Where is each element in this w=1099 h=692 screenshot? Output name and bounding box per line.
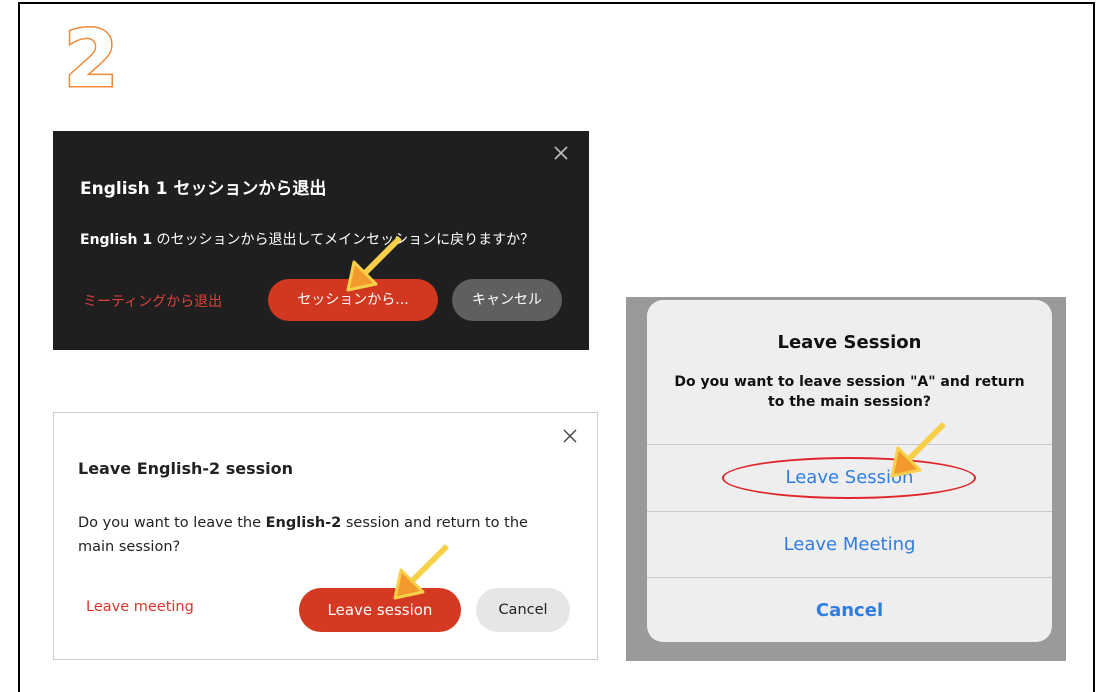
- cancel-button[interactable]: Cancel: [476, 588, 570, 632]
- pointer-arrow-icon: [346, 236, 402, 292]
- alert-message: Do you want to leave session "A" and ret…: [674, 374, 1025, 410]
- dark-leave-session-dialog: English 1 セッションから退出 English 1 のセッションから退出…: [53, 131, 589, 350]
- pointer-arrow-icon: [890, 422, 946, 478]
- session-name: English-2: [265, 515, 342, 531]
- dialog-title: Leave English-2 session: [78, 459, 293, 478]
- alert-title: Leave Session: [777, 332, 922, 353]
- pointer-arrow-icon: [393, 544, 449, 600]
- dialog-message: Do you want to leave the English-2 sessi…: [78, 511, 548, 559]
- leave-meeting-button[interactable]: Leave Meeting: [647, 512, 1052, 578]
- cancel-button[interactable]: キャンセル: [452, 279, 562, 321]
- cancel-button[interactable]: Cancel: [647, 578, 1052, 642]
- leave-meeting-link[interactable]: ミーティングから退出: [83, 291, 222, 311]
- step-number: 2: [62, 15, 119, 105]
- dialog-message: English 1 のセッションから退出してメインセッションに戻りますか？: [80, 229, 534, 249]
- light-leave-session-dialog: Leave English-2 session Do you want to l…: [53, 412, 598, 660]
- message-prefix: Do you want to leave the: [78, 515, 266, 531]
- close-icon[interactable]: [563, 429, 577, 443]
- leave-meeting-link[interactable]: Leave meeting: [86, 599, 194, 615]
- dialog-title: English 1 セッションから退出: [80, 179, 327, 199]
- session-name: English 1: [80, 232, 153, 248]
- close-icon[interactable]: [553, 145, 569, 161]
